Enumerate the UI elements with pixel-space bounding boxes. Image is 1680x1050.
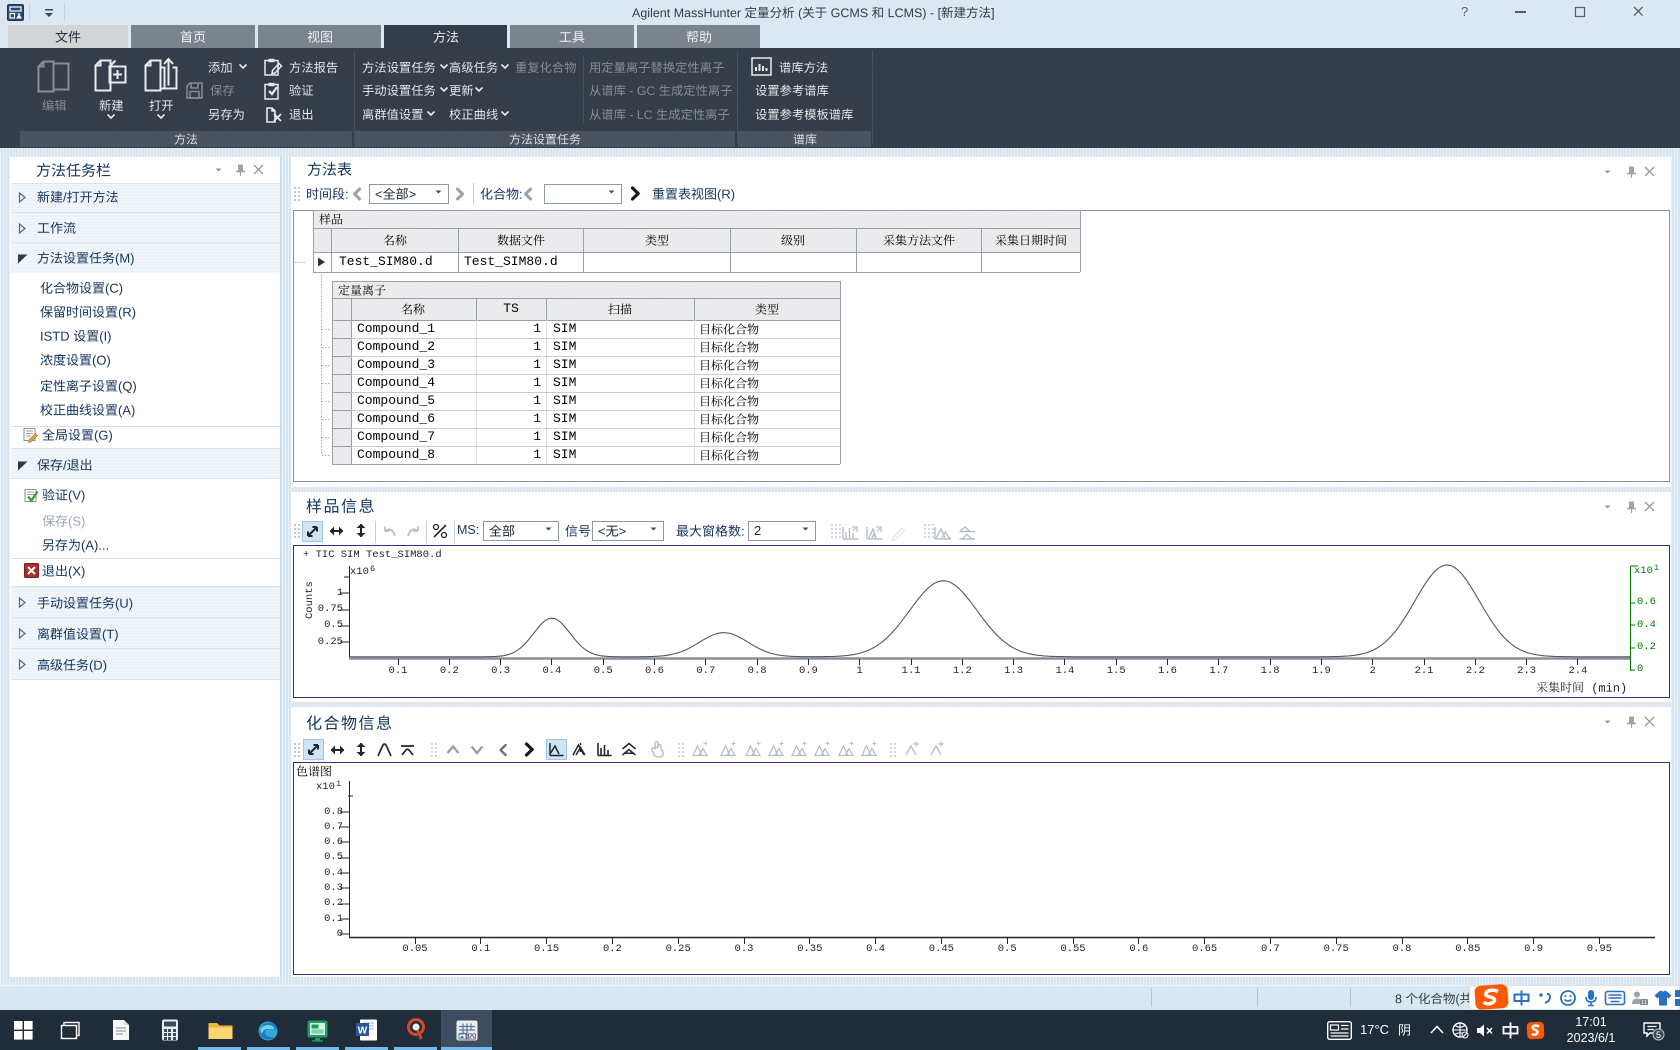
svg-text:11: 11 (1641, 1000, 1647, 1006)
svg-text:5: 5 (1656, 1030, 1661, 1040)
svg-text:W: W (358, 1026, 368, 1037)
